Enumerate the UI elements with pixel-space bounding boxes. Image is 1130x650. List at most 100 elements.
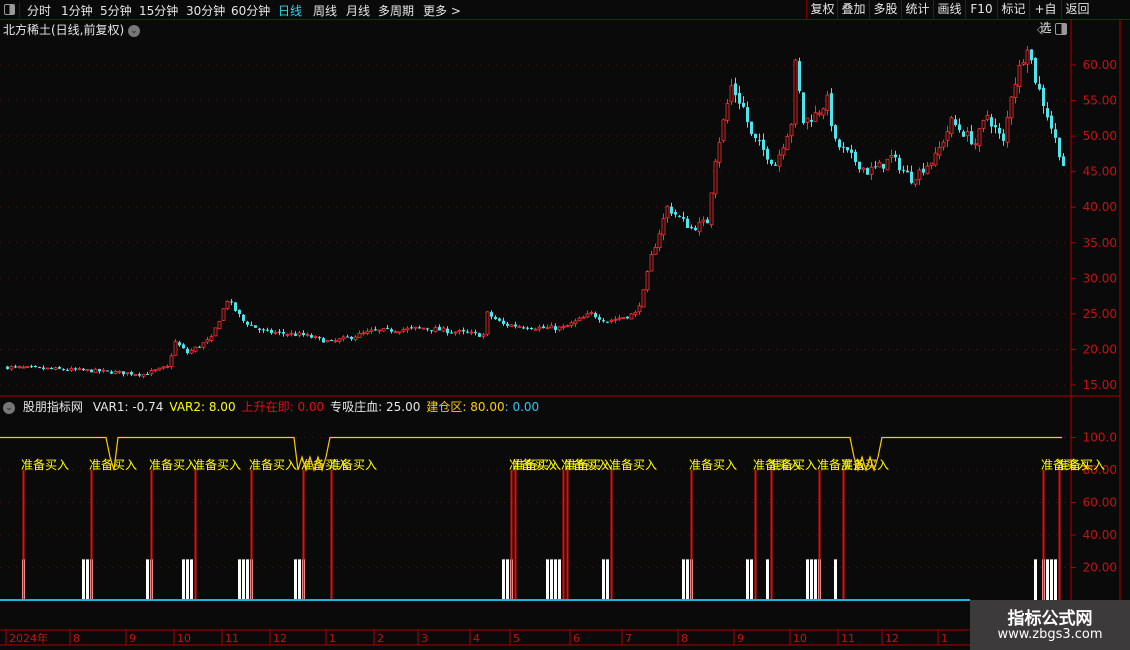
candle-body <box>62 369 65 371</box>
candle-body <box>981 120 986 129</box>
candle-body <box>949 117 954 135</box>
candle-body <box>798 61 801 92</box>
accumulation-bar <box>746 559 749 600</box>
candle-body <box>933 152 938 166</box>
candle-body <box>842 146 845 148</box>
candle-body <box>746 107 749 123</box>
price-tick-label: 55.00 <box>1083 94 1117 108</box>
candle-body <box>238 309 241 315</box>
candle-body <box>386 327 389 329</box>
candle-body <box>725 103 730 121</box>
candle-body <box>341 336 346 340</box>
candle-body <box>502 320 505 324</box>
candle-body <box>594 313 597 318</box>
candle-body <box>898 157 901 171</box>
candle-body <box>9 366 14 370</box>
candle-body <box>82 368 85 371</box>
accumulation-bar <box>750 559 753 600</box>
candle-body <box>910 171 913 184</box>
candle-body <box>869 166 874 175</box>
candle-body <box>42 367 45 369</box>
date-label: 12 <box>273 632 287 645</box>
candle-body <box>813 112 818 122</box>
candle-body <box>882 163 885 169</box>
indicator-tick-label: 100.0 <box>1083 431 1117 445</box>
accumulation-bar <box>554 559 557 600</box>
candle-body <box>913 179 918 185</box>
candle-body <box>990 117 993 127</box>
candle-body <box>270 329 273 334</box>
candle-body <box>377 329 382 332</box>
indicator-value: VAR1: -0.74 <box>92 400 164 414</box>
candle-body <box>369 329 374 332</box>
candle-body <box>694 227 697 231</box>
indicator-name[interactable]: 股朋指标网 <box>23 400 83 414</box>
candle-body <box>517 326 522 328</box>
candle-body <box>285 334 290 336</box>
candle-body <box>282 331 285 334</box>
accumulation-bar <box>766 559 769 600</box>
candle-body <box>697 221 702 233</box>
price-tick-label: 60.00 <box>1083 58 1117 72</box>
signal-label: 准备买入 <box>609 458 657 472</box>
accumulation-bar <box>242 559 245 600</box>
candle-body <box>1021 62 1026 65</box>
candle-body <box>330 340 333 342</box>
candle-body <box>410 327 413 329</box>
candle-body <box>678 215 681 217</box>
candle-body <box>522 327 525 329</box>
accumulation-bar <box>558 559 561 600</box>
watermark-title: 指标公式网 <box>1007 609 1093 629</box>
candle-body <box>45 367 50 370</box>
candle-body <box>357 332 362 338</box>
candle-body <box>14 366 17 368</box>
candle-body <box>53 367 58 370</box>
candle-body <box>262 329 265 331</box>
candle-body <box>450 332 453 334</box>
candle-body <box>193 346 198 352</box>
candle-body <box>626 316 629 319</box>
accumulation-bar <box>806 559 809 600</box>
accumulation-bar <box>550 559 553 600</box>
indicator-value: 0.00 <box>297 400 325 414</box>
chart-canvas[interactable]: 60.0055.0050.0045.0040.0035.0030.0025.00… <box>0 0 1130 650</box>
candle-body <box>854 151 857 162</box>
candle-body <box>581 316 586 319</box>
candle-body <box>762 139 765 150</box>
candle-body <box>50 368 53 370</box>
candle-body <box>289 332 294 335</box>
price-tick-label: 40.00 <box>1083 200 1117 214</box>
accumulation-bar <box>86 559 89 600</box>
candle-body <box>254 325 257 328</box>
candle-body <box>661 218 666 236</box>
date-label: 2 <box>377 632 384 645</box>
chevron-down-icon[interactable]: ⌄ <box>3 401 15 414</box>
candle-body <box>182 344 185 349</box>
signal-label: 准备买入 <box>149 458 197 472</box>
indicator-title: ⌄ 股朋指标网 VAR1: -0.74 VAR2: 8.00 上升在即: 0.00 专吸… <box>3 398 543 415</box>
candle-body <box>106 370 109 372</box>
candle-body <box>21 366 26 369</box>
candle-body <box>221 308 226 321</box>
candle-body <box>90 369 93 373</box>
accumulation-bar <box>1034 559 1037 600</box>
candle-body <box>861 167 866 171</box>
accumulation-bar <box>1046 559 1049 600</box>
candle-body <box>1042 87 1045 107</box>
candle-body <box>453 331 458 334</box>
date-label: 8 <box>73 632 80 645</box>
indicator-tick-label: 60.00 <box>1083 496 1117 510</box>
date-label: 1 <box>941 632 948 645</box>
candle-body <box>201 342 206 348</box>
candle-body <box>665 205 670 219</box>
candle-body <box>850 149 853 153</box>
candle-body <box>533 328 538 331</box>
accumulation-bar <box>810 559 813 600</box>
candle-body <box>1062 156 1065 166</box>
candle-body <box>234 302 237 311</box>
candle-body <box>1017 65 1022 87</box>
accumulation-bar <box>686 559 689 600</box>
accumulation-bar <box>298 559 301 600</box>
candle-body <box>122 371 125 375</box>
candle-body <box>98 369 101 372</box>
